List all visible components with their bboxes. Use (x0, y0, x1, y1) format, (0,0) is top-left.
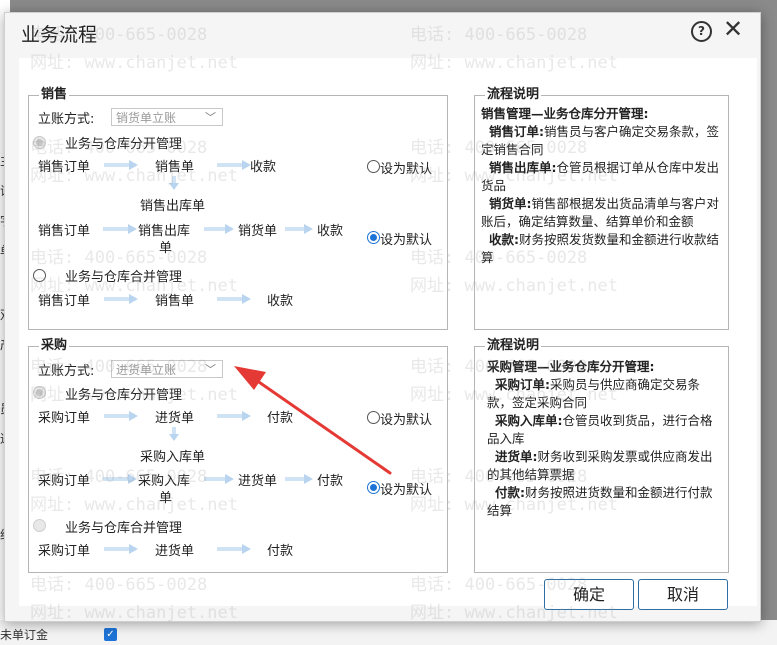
annotation-arrow (234, 366, 392, 475)
